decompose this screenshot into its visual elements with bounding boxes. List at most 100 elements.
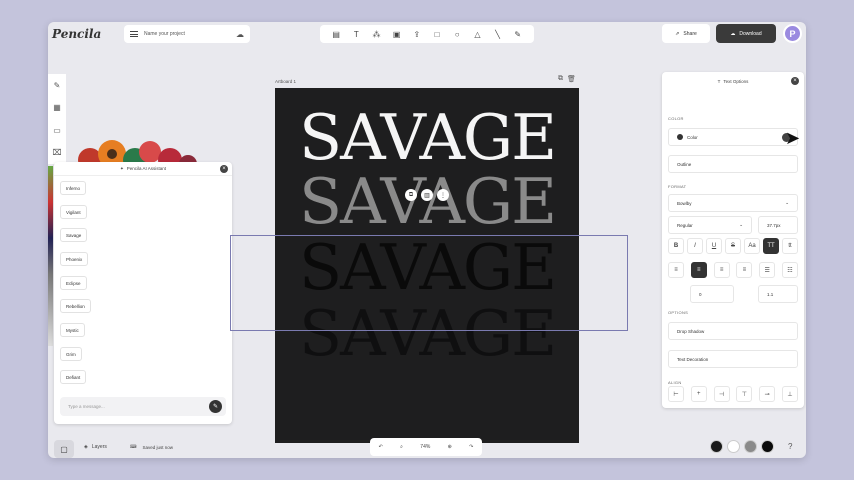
italic-icon[interactable]: I bbox=[687, 238, 703, 254]
outline-row[interactable]: Outline bbox=[668, 155, 798, 173]
suggestion-chip[interactable]: Savage bbox=[60, 228, 88, 242]
artboard-canvas[interactable]: SAVAGE SAVAGE SAVAGE SAVAGE ⧉ ▥ ⋮ bbox=[275, 88, 579, 443]
align-top-icon[interactable]: ⊤ bbox=[736, 386, 753, 402]
align-bottom-icon[interactable]: ⊥ bbox=[781, 386, 798, 402]
align-vcenter-icon[interactable]: ⊸ bbox=[759, 386, 776, 402]
avatar[interactable]: P bbox=[783, 24, 802, 43]
more-icon[interactable]: ⋮ bbox=[437, 189, 449, 201]
chevron-down-icon: ⌄ bbox=[739, 222, 743, 227]
layers-toggle-button[interactable]: ▢ bbox=[54, 440, 74, 458]
share-button[interactable]: ⇗ Share bbox=[662, 24, 710, 43]
letter-spacing-value: 0 bbox=[699, 291, 702, 297]
outline-label: Outline bbox=[677, 161, 692, 167]
trash-icon[interactable]: ▥ bbox=[421, 189, 433, 201]
list-icon[interactable]: ☰ bbox=[759, 262, 776, 278]
line-icon[interactable]: ╲ bbox=[493, 30, 503, 39]
suggestion-chip[interactable]: Grim bbox=[60, 347, 82, 361]
close-icon[interactable]: × bbox=[220, 165, 228, 173]
text-decoration-row[interactable]: Text Decoration bbox=[668, 350, 798, 368]
menu-icon[interactable] bbox=[130, 31, 138, 37]
trash-icon[interactable]: ⌧ bbox=[52, 148, 61, 157]
rect-icon[interactable]: □ bbox=[432, 30, 442, 39]
image-strip bbox=[48, 166, 53, 346]
copy-icon[interactable]: ⧉ bbox=[405, 189, 417, 201]
message-placeholder: Type a message... bbox=[68, 404, 105, 409]
zoom-search-icon[interactable]: ⌕ bbox=[400, 444, 403, 450]
color-palette bbox=[710, 440, 774, 453]
align-left-icon[interactable]: ≡ bbox=[668, 262, 684, 278]
artboard-label: Artboard 1 bbox=[275, 79, 297, 84]
send-pen-icon[interactable]: ✎ bbox=[209, 400, 222, 413]
message-input[interactable]: Type a message... ✎ bbox=[60, 397, 226, 416]
zoom-level[interactable]: 74% bbox=[420, 444, 430, 450]
assistant-title: Pencila AI Assistant bbox=[126, 166, 167, 171]
letter-spacing-stepper[interactable]: 0 bbox=[690, 285, 734, 303]
suggestion-chip[interactable]: Inferno bbox=[60, 181, 87, 195]
assistant-header: ✦ Pencila AI Assistant bbox=[54, 162, 232, 176]
align-right-edge-icon[interactable]: ⊣ bbox=[713, 386, 730, 402]
suggestion-chip[interactable]: Eclipse bbox=[60, 276, 87, 290]
align-center-icon[interactable]: ≡ bbox=[690, 262, 707, 278]
close-icon[interactable]: × bbox=[791, 77, 799, 85]
pen-icon[interactable]: ✎ bbox=[513, 30, 523, 39]
case-icon[interactable]: Aa bbox=[744, 238, 760, 254]
suggestion-chip[interactable]: Rebellion bbox=[60, 299, 91, 313]
list-ordered-icon[interactable]: ☷ bbox=[781, 262, 798, 278]
cloud-download-icon: ☁ bbox=[730, 30, 736, 37]
align-buttons: ≡ ≡ ≡ ≡ ☰ ☷ bbox=[668, 262, 798, 278]
text-icon[interactable]: T bbox=[351, 30, 361, 39]
template-icon[interactable]: ▦ bbox=[53, 103, 61, 112]
suggestion-chip[interactable]: Defiant bbox=[60, 370, 87, 384]
text-options-header: T Text Options bbox=[662, 72, 804, 90]
position-align-buttons: ⊢ + ⊣ ⊤ ⊸ ⊥ bbox=[668, 386, 798, 402]
strikethrough-icon[interactable]: S bbox=[725, 238, 741, 254]
layers-button[interactable]: ◈ Layers bbox=[84, 444, 107, 450]
circle-icon[interactable]: ○ bbox=[452, 30, 462, 39]
weight-value: Regular bbox=[677, 222, 693, 228]
drop-shadow-row[interactable]: Drop Shadow bbox=[668, 322, 798, 340]
underline-icon[interactable]: U bbox=[706, 238, 722, 254]
savage-text-white[interactable]: SAVAGE bbox=[275, 107, 579, 170]
zoom-in-icon[interactable]: ⊕ bbox=[448, 444, 452, 450]
share-label: Share bbox=[683, 30, 697, 37]
project-name-field[interactable]: Name your project ☁ bbox=[124, 25, 250, 43]
edit-icon[interactable]: ✎ bbox=[54, 81, 61, 90]
download-label: Download bbox=[739, 30, 762, 37]
image-icon[interactable]: ▣ bbox=[392, 30, 402, 39]
help-icon[interactable]: ? bbox=[788, 442, 792, 451]
upload-icon[interactable]: ⇪ bbox=[412, 30, 422, 39]
font-size-stepper[interactable]: 37.7px bbox=[758, 216, 798, 234]
shapes-icon[interactable]: ⁂ bbox=[371, 30, 381, 39]
color-swatch[interactable] bbox=[744, 440, 757, 453]
bold-icon[interactable]: B bbox=[668, 238, 684, 254]
delete-icon[interactable]: 🗑 bbox=[567, 75, 576, 83]
suggestion-chip[interactable]: Vigilant bbox=[60, 205, 87, 219]
triangle-icon[interactable]: △ bbox=[472, 30, 482, 39]
top-bar: Pencila Name your project ☁ ▤ T ⁂ ▣ ⇪ □ … bbox=[48, 22, 806, 46]
savage-text-dark[interactable]: SAVAGE bbox=[275, 303, 579, 366]
redo-icon[interactable]: ↷ bbox=[469, 444, 473, 450]
align-right-icon[interactable]: ≡ bbox=[713, 262, 730, 278]
line-height-stepper[interactable]: 1.1 bbox=[758, 285, 798, 303]
smallcaps-icon[interactable]: tt bbox=[782, 238, 798, 254]
duplicate-icon[interactable]: ⧉ bbox=[558, 75, 563, 83]
justify-icon[interactable]: ≡ bbox=[736, 262, 753, 278]
color-swatch[interactable] bbox=[727, 440, 740, 453]
color-swatch[interactable] bbox=[761, 440, 774, 453]
suggestion-chip[interactable]: Phoenix bbox=[60, 252, 89, 266]
color-swatch[interactable] bbox=[710, 440, 723, 453]
uppercase-icon[interactable]: TT bbox=[763, 238, 779, 254]
color-row[interactable]: Color bbox=[668, 128, 798, 146]
align-hcenter-icon[interactable]: + bbox=[690, 386, 707, 402]
savage-text-gray[interactable]: SAVAGE bbox=[275, 171, 579, 234]
savage-text-black[interactable]: SAVAGE bbox=[275, 237, 579, 300]
undo-icon[interactable]: ↶ bbox=[379, 444, 383, 450]
folder-icon[interactable]: ▭ bbox=[53, 126, 61, 135]
color-section-label: COLOR bbox=[668, 116, 684, 121]
download-button[interactable]: ☁ Download bbox=[716, 24, 776, 43]
align-left-edge-icon[interactable]: ⊢ bbox=[668, 386, 684, 402]
suggestion-chip[interactable]: Mystic bbox=[60, 323, 85, 337]
font-select[interactable]: Bowlby ⌄ bbox=[668, 194, 798, 212]
layout-icon[interactable]: ▤ bbox=[331, 30, 341, 39]
weight-select[interactable]: Regular ⌄ bbox=[668, 216, 752, 234]
